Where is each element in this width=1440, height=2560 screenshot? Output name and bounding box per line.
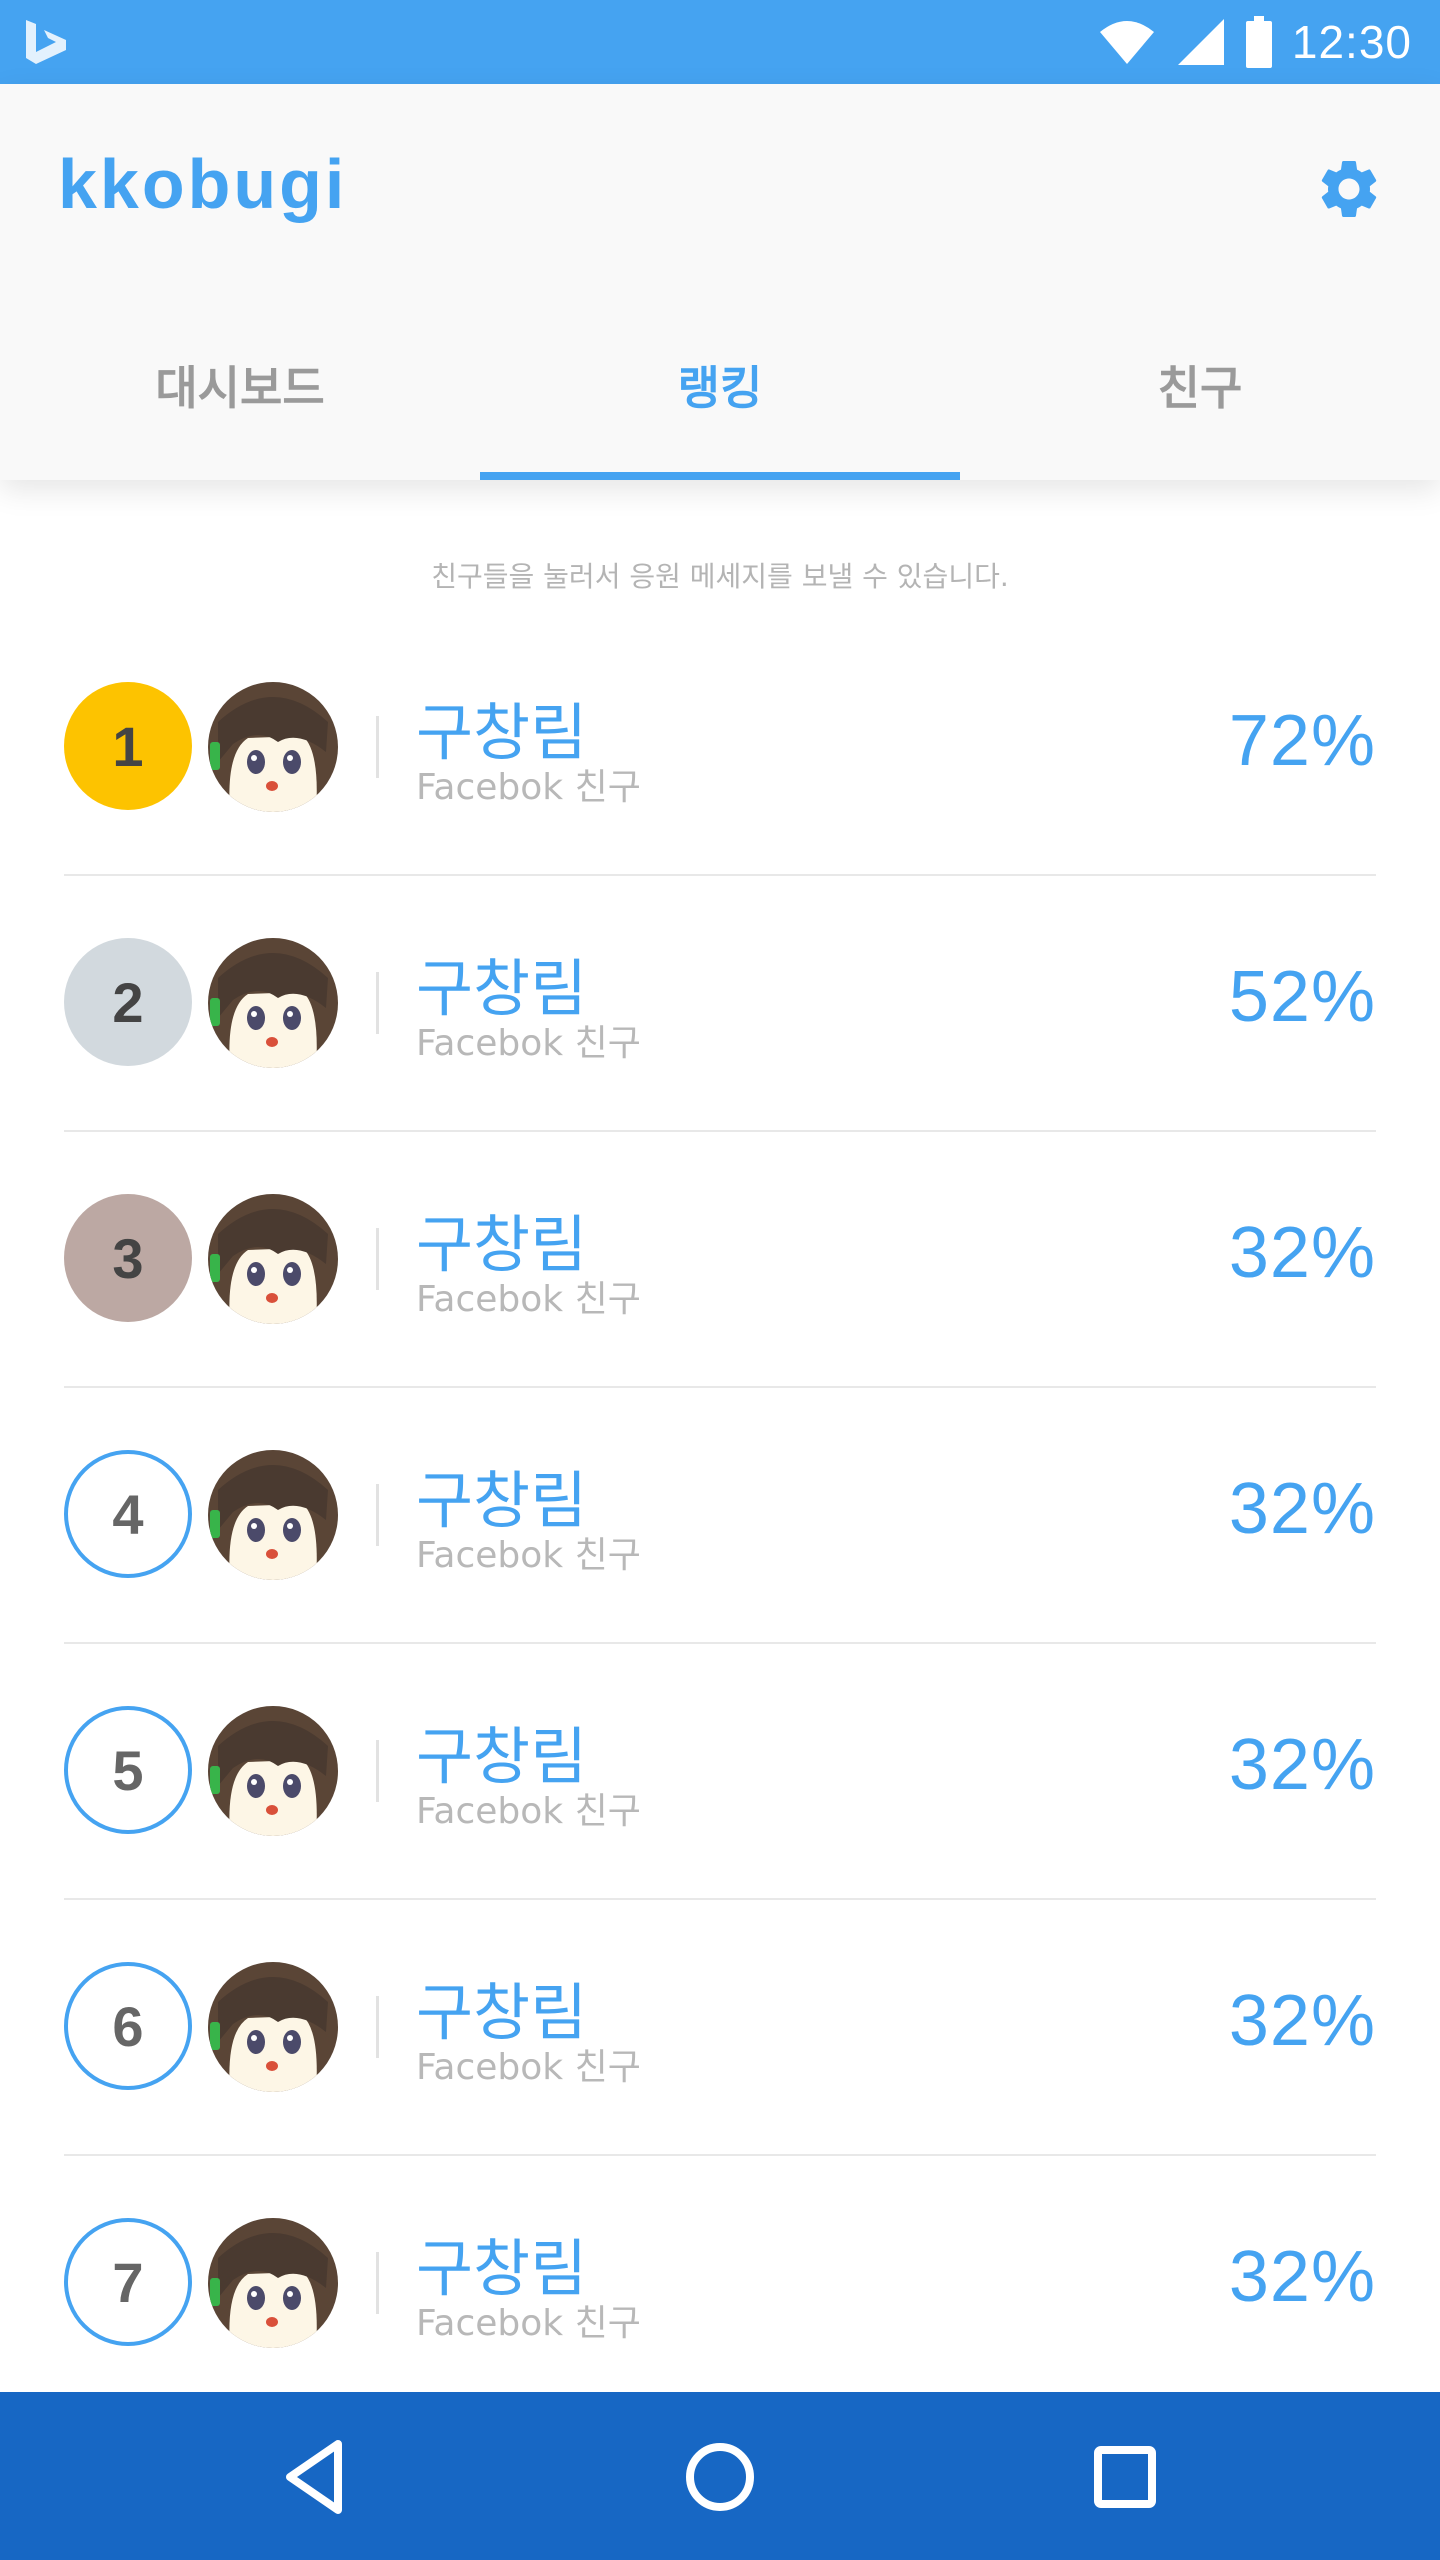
avatar	[208, 682, 338, 812]
row-divider	[376, 2252, 379, 2314]
ranking-row[interactable]: 3 구창림 Facebok 친구 32%	[64, 1132, 1376, 1388]
ranking-row[interactable]: 1 구창림 Facebok 친구 72%	[64, 620, 1376, 876]
avatar	[208, 1706, 338, 1836]
rank-badge: 1	[64, 682, 192, 810]
navigation-bar	[0, 2392, 1440, 2560]
recents-icon[interactable]	[1080, 2432, 1170, 2522]
gear-icon[interactable]	[1314, 154, 1384, 224]
progress-percent: 32%	[1228, 2237, 1376, 2317]
avatar	[208, 1194, 338, 1324]
ranking-row[interactable]: 6 구창림 Facebok 친구 32%	[64, 1900, 1376, 2156]
progress-percent: 32%	[1228, 1469, 1376, 1549]
friend-source: Facebok 친구	[416, 2047, 641, 2088]
avatar	[208, 938, 338, 1068]
rank-badge: 5	[64, 1706, 192, 1834]
progress-percent: 72%	[1228, 701, 1376, 781]
row-divider	[376, 1740, 379, 1802]
ranking-row[interactable]: 4 구창림 Facebok 친구 32%	[64, 1388, 1376, 1644]
row-divider	[376, 1996, 379, 2058]
signal-icon	[1177, 19, 1224, 65]
avatar	[208, 1450, 338, 1580]
rank-badge: 3	[64, 1194, 192, 1322]
friend-source: Facebok 친구	[416, 767, 641, 808]
progress-percent: 52%	[1228, 957, 1376, 1037]
home-icon[interactable]	[675, 2432, 765, 2522]
avatar	[208, 2218, 338, 2348]
friend-source: Facebok 친구	[416, 1023, 641, 1064]
battery-icon	[1245, 16, 1272, 68]
tab-dashboard[interactable]: 대시보드	[0, 262, 480, 480]
friend-source: Facebok 친구	[416, 2303, 641, 2344]
ranking-row[interactable]: 5 구창림 Facebok 친구 32%	[64, 1644, 1376, 1900]
row-divider	[376, 716, 379, 778]
tab-bar: 대시보드 랭킹 친구	[0, 352, 1440, 480]
tab-friends[interactable]: 친구	[960, 262, 1440, 480]
rank-badge: 4	[64, 1450, 192, 1578]
row-divider	[376, 1228, 379, 1290]
app-title: kkobugi	[58, 145, 348, 223]
status-time: 12:30	[1291, 16, 1412, 68]
back-icon[interactable]	[270, 2432, 360, 2522]
wifi-icon	[1099, 21, 1154, 64]
avatar	[208, 1962, 338, 2092]
app-bar: kkobugi 대시보드 랭킹 친구	[0, 84, 1440, 480]
ranking-row[interactable]: 2 구창림 Facebok 친구 52%	[64, 876, 1376, 1132]
progress-percent: 32%	[1228, 1725, 1376, 1805]
progress-percent: 32%	[1228, 1213, 1376, 1293]
friend-source: Facebok 친구	[416, 1791, 641, 1832]
rank-badge: 7	[64, 2218, 192, 2346]
rank-badge: 6	[64, 1962, 192, 2090]
row-divider	[376, 1484, 379, 1546]
bing-logo-icon	[26, 20, 66, 64]
hint-text: 친구들을 눌러서 응원 메세지를 보낼 수 있습니다.	[431, 560, 1009, 593]
friend-source: Facebok 친구	[416, 1279, 641, 1320]
status-bar: 12:30	[0, 0, 1440, 84]
ranking-row[interactable]: 7 구창림 Facebok 친구 32%	[64, 2156, 1376, 2412]
progress-percent: 32%	[1228, 1981, 1376, 2061]
row-divider	[376, 972, 379, 1034]
rank-badge: 2	[64, 938, 192, 1066]
tab-ranking[interactable]: 랭킹	[480, 262, 960, 480]
friend-source: Facebok 친구	[416, 1535, 641, 1576]
